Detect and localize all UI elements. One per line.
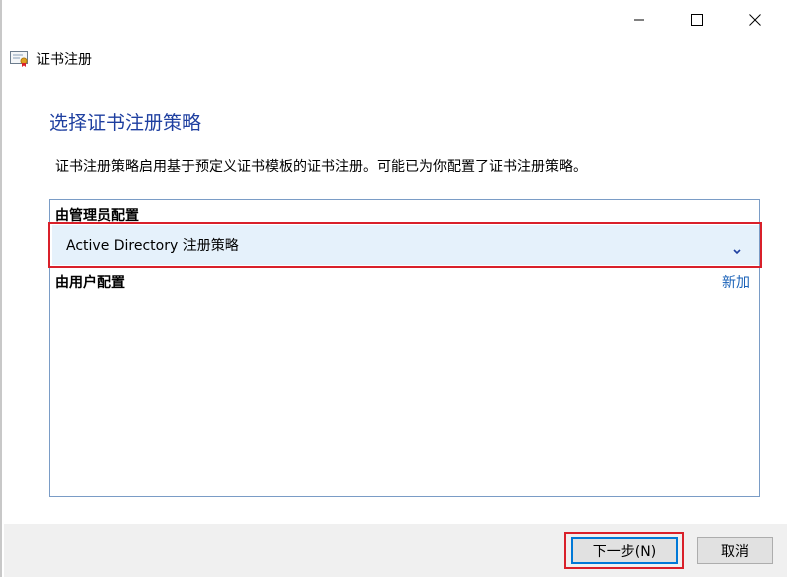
maximize-icon [691, 14, 703, 26]
window-border [0, 0, 2, 577]
close-icon [749, 14, 761, 26]
highlight-box-next [564, 532, 684, 569]
cancel-button[interactable]: 取消 [697, 537, 773, 564]
close-button[interactable] [727, 0, 783, 40]
page-description: 证书注册策略启用基于预定义证书模板的证书注册。可能已为你配置了证书注册策略。 [55, 159, 587, 175]
maximize-button[interactable] [669, 0, 725, 40]
user-section-label: 由用户配置 [55, 275, 125, 291]
window-title: 证书注册 [36, 52, 92, 68]
add-policy-link[interactable]: 新加 [722, 272, 750, 292]
page-heading: 选择证书注册策略 [49, 112, 202, 134]
certificate-icon [10, 51, 30, 71]
highlight-box-policy [48, 222, 762, 268]
minimize-button[interactable] [611, 0, 667, 40]
minimize-icon [634, 19, 644, 21]
